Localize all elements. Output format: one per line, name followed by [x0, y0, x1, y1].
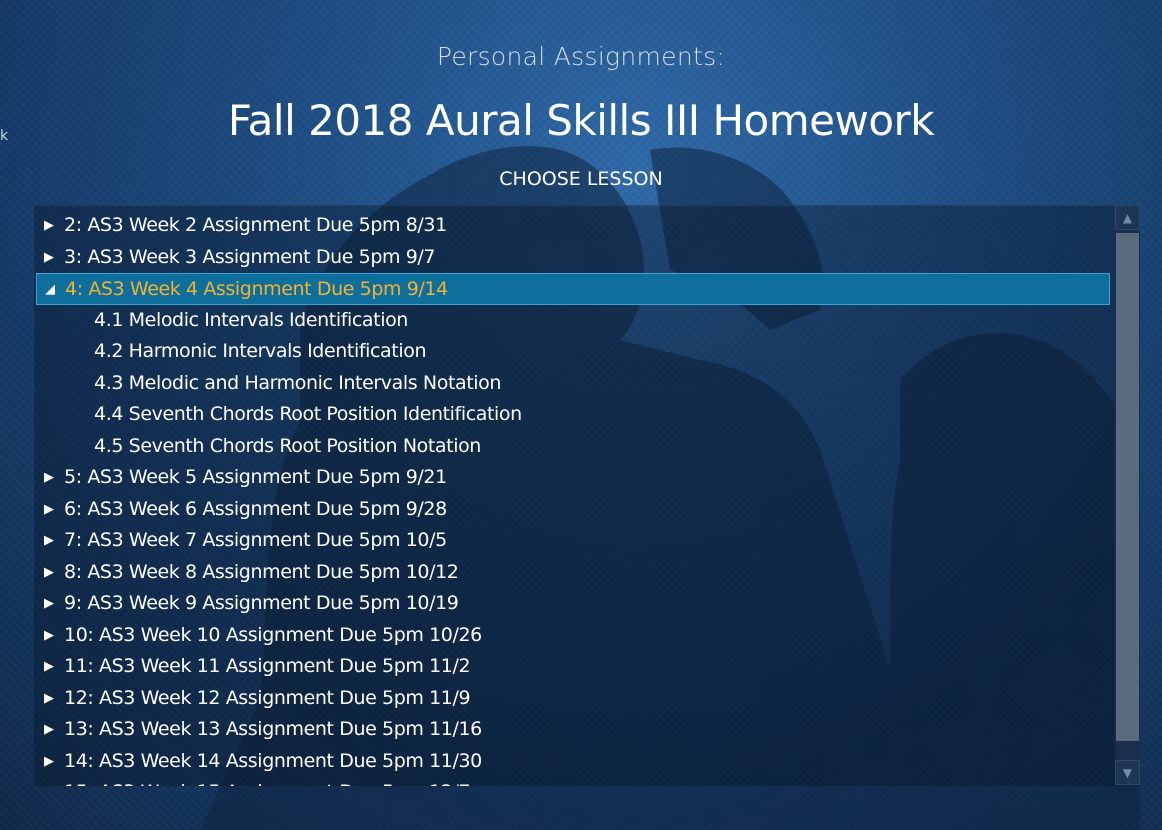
sub-lesson-label: 4.4 Seventh Chords Root Position Identif…	[94, 403, 522, 425]
lesson-item[interactable]: ◢ 4: AS3 Week 4 Assignment Due 5pm 9/14	[36, 273, 1110, 305]
lesson-label: 12: AS3 Week 12 Assignment Due 5pm 11/9	[64, 686, 471, 709]
scroll-up-arrow-icon[interactable]: ▲	[1115, 205, 1140, 230]
lesson-label: 6: AS3 Week 6 Assignment Due 5pm 9/28	[64, 497, 447, 520]
lesson-label: 5: AS3 Week 5 Assignment Due 5pm 9/21	[64, 466, 447, 488]
lesson-item[interactable]: ▶ 10: AS3 Week 10 Assignment Due 5pm 10/2…	[34, 620, 1112, 652]
expand-triangle-icon[interactable]: ▶	[44, 462, 60, 493]
lesson-label: 10: AS3 Week 10 Assignment Due 5pm 10/26	[64, 623, 482, 646]
lesson-tree: ▶ 2: AS3 Week 2 Assignment Due 5pm 8/31 ▶ 3…	[34, 210, 1112, 786]
expand-triangle-icon[interactable]: ▶	[44, 620, 60, 651]
expand-triangle-icon[interactable]: ▶	[44, 746, 60, 777]
sub-lesson-item[interactable]: 4.1 Melodic Intervals Identification	[34, 305, 1112, 337]
lesson-item[interactable]: ▶ 3: AS3 Week 3 Assignment Due 5pm 9/7	[34, 242, 1112, 274]
sub-lesson-item[interactable]: 4.5 Seventh Chords Root Position Notatio…	[34, 431, 1112, 463]
sub-lesson-item[interactable]: 4.4 Seventh Chords Root Position Identif…	[34, 399, 1112, 431]
sub-lesson-label: 4.2 Harmonic Intervals Identification	[94, 340, 427, 362]
lesson-item[interactable]: ▶ 15: AS3 Week 15 Assignment Due 5pm 12/7	[34, 777, 1112, 786]
lesson-label: 8: AS3 Week 8 Assignment Due 5pm 10/12	[64, 560, 459, 583]
expand-triangle-icon[interactable]: ▶	[44, 242, 60, 273]
expand-triangle-icon[interactable]: ▶	[44, 777, 60, 786]
lesson-item[interactable]: ▶ 5: AS3 Week 5 Assignment Due 5pm 9/21	[34, 462, 1112, 494]
page-title: Fall 2018 Aural Skills III Homework	[227, 96, 935, 145]
lesson-item[interactable]: ▶ 7: AS3 Week 7 Assignment Due 5pm 10/5	[34, 525, 1112, 557]
lesson-label: 9: AS3 Week 9 Assignment Due 5pm 10/19	[64, 592, 459, 614]
lesson-label: 15: AS3 Week 15 Assignment Due 5pm 12/7	[64, 781, 471, 786]
lesson-label: 13: AS3 Week 13 Assignment Due 5pm 11/16	[64, 718, 482, 740]
collapse-triangle-icon[interactable]: ◢	[45, 274, 61, 305]
lesson-label: 11: AS3 Week 11 Assignment Due 5pm 11/2	[64, 655, 471, 677]
scrollbar[interactable]: ▲ ▼	[1115, 205, 1140, 785]
expand-triangle-icon[interactable]: ▶	[44, 714, 60, 745]
scrollbar-thumb[interactable]	[1116, 233, 1139, 741]
expand-triangle-icon[interactable]: ▶	[44, 557, 60, 588]
lesson-item[interactable]: ▶ 14: AS3 Week 14 Assignment Due 5pm 11/3…	[34, 746, 1112, 778]
lesson-label: 4: AS3 Week 4 Assignment Due 5pm 9/14	[65, 278, 448, 300]
sub-lesson-item[interactable]: 4.2 Harmonic Intervals Identification	[34, 336, 1112, 368]
lesson-label: 3: AS3 Week 3 Assignment Due 5pm 9/7	[64, 245, 436, 268]
lesson-item[interactable]: ▶ 8: AS3 Week 8 Assignment Due 5pm 10/12	[34, 557, 1112, 589]
lesson-item[interactable]: ▶ 11: AS3 Week 11 Assignment Due 5pm 11/2	[34, 651, 1112, 683]
lesson-tree-panel: ▶ 2: AS3 Week 2 Assignment Due 5pm 8/31 ▶ 3…	[34, 205, 1140, 786]
lesson-item[interactable]: ▶ 13: AS3 Week 13 Assignment Due 5pm 11/1…	[34, 714, 1112, 746]
lesson-label: 7: AS3 Week 7 Assignment Due 5pm 10/5	[64, 529, 447, 551]
scroll-down-arrow-icon[interactable]: ▼	[1115, 760, 1140, 785]
expand-triangle-icon[interactable]: ▶	[44, 683, 60, 714]
expand-triangle-icon[interactable]: ▶	[44, 494, 60, 525]
expand-triangle-icon[interactable]: ▶	[44, 588, 60, 619]
page-subtitle: Personal Assignments:	[436, 42, 726, 71]
sub-lesson-label: 4.5 Seventh Chords Root Position Notatio…	[94, 434, 481, 457]
lesson-label: 14: AS3 Week 14 Assignment Due 5pm 11/30	[64, 749, 482, 772]
expand-triangle-icon[interactable]: ▶	[44, 210, 60, 241]
expand-triangle-icon[interactable]: ▶	[44, 651, 60, 682]
lesson-label: 2: AS3 Week 2 Assignment Due 5pm 8/31	[64, 214, 447, 236]
sub-lesson-item[interactable]: 4.3 Melodic and Harmonic Intervals Notat…	[34, 368, 1112, 400]
lesson-item[interactable]: ▶ 2: AS3 Week 2 Assignment Due 5pm 8/31	[34, 210, 1112, 242]
sub-lesson-label: 4.3 Melodic and Harmonic Intervals Notat…	[94, 371, 502, 394]
choose-lesson-label: CHOOSE LESSON	[499, 168, 663, 190]
sub-lesson-label: 4.1 Melodic Intervals Identification	[94, 308, 408, 331]
lesson-item[interactable]: ▶ 12: AS3 Week 12 Assignment Due 5pm 11/9	[34, 683, 1112, 715]
expand-triangle-icon[interactable]: ▶	[44, 525, 60, 556]
lesson-item[interactable]: ▶ 6: AS3 Week 6 Assignment Due 5pm 9/28	[34, 494, 1112, 526]
lesson-item[interactable]: ▶ 9: AS3 Week 9 Assignment Due 5pm 10/19	[34, 588, 1112, 620]
